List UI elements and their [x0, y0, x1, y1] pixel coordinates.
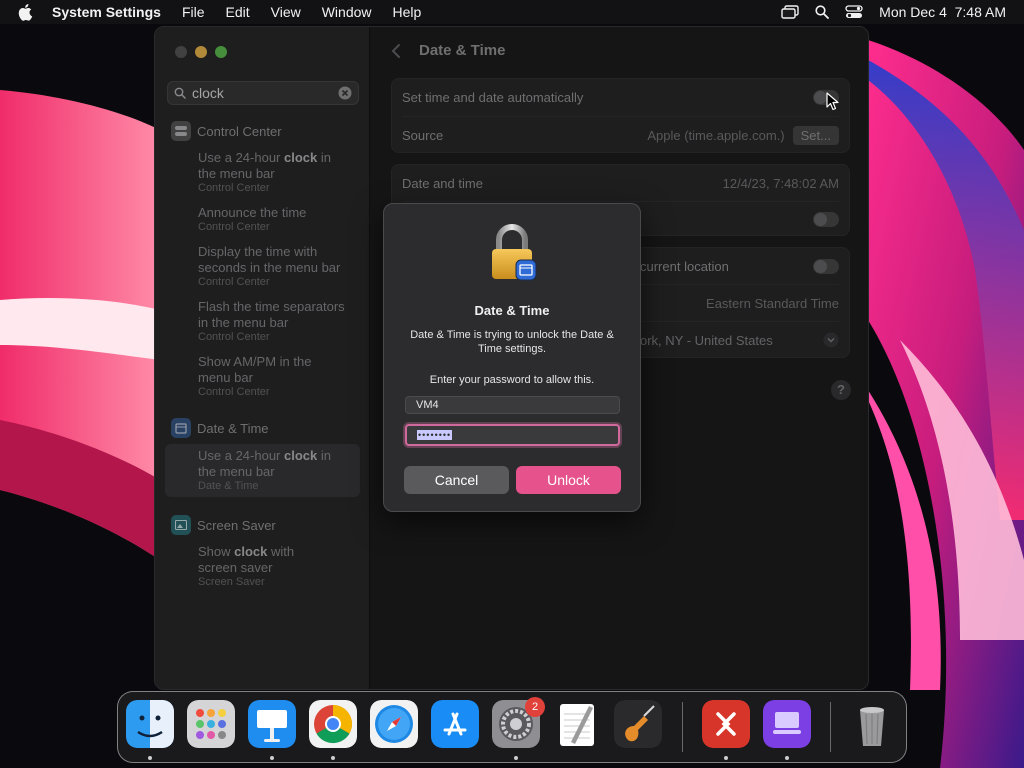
apple-menu-icon[interactable]: [18, 3, 34, 21]
username-field[interactable]: VM4: [405, 396, 620, 414]
menu-bar: System Settings File Edit View Window He…: [0, 0, 1024, 24]
control-center-icon[interactable]: [845, 5, 863, 19]
menu-help[interactable]: Help: [393, 4, 422, 20]
mouse-pointer-icon: [826, 92, 839, 111]
authentication-dialog: Date & Time Date & Time is trying to unl…: [383, 203, 641, 512]
password-field[interactable]: ••••••••: [405, 424, 620, 446]
apple-configurator-icon[interactable]: [763, 700, 811, 748]
unlock-button[interactable]: Unlock: [516, 466, 621, 494]
menu-file[interactable]: File: [182, 4, 205, 20]
app-menu-system-settings[interactable]: System Settings: [52, 4, 161, 20]
screen-mirroring-icon[interactable]: [781, 5, 799, 19]
menu-window[interactable]: Window: [322, 4, 372, 20]
textedit-icon[interactable]: [553, 700, 601, 748]
dialog-message: Date & Time is trying to unlock the Date…: [410, 329, 614, 355]
cancel-button[interactable]: Cancel: [404, 466, 509, 494]
launchpad-icon[interactable]: [187, 700, 235, 748]
chrome-icon[interactable]: [309, 700, 357, 748]
remote-desktop-icon[interactable]: [702, 700, 750, 748]
finder-icon[interactable]: [126, 700, 174, 748]
spotlight-search-icon[interactable]: [815, 5, 830, 19]
keynote-icon[interactable]: [248, 700, 296, 748]
menubar-clock[interactable]: Mon Dec 4 7:48 AM: [879, 4, 1006, 20]
dock: [117, 691, 907, 763]
notification-badge: 2: [525, 697, 545, 717]
garageband-icon[interactable]: [614, 700, 662, 748]
safari-icon[interactable]: [370, 700, 418, 748]
password-selected-text: ••••••••: [417, 430, 453, 440]
lock-icon: [492, 224, 537, 281]
trash-icon[interactable]: [848, 700, 896, 748]
menu-view[interactable]: View: [271, 4, 301, 20]
dialog-title: Date & Time: [474, 303, 550, 318]
menu-edit[interactable]: Edit: [226, 4, 250, 20]
app-store-icon[interactable]: [431, 700, 479, 748]
dialog-prompt: Enter your password to allow this.: [429, 374, 595, 386]
